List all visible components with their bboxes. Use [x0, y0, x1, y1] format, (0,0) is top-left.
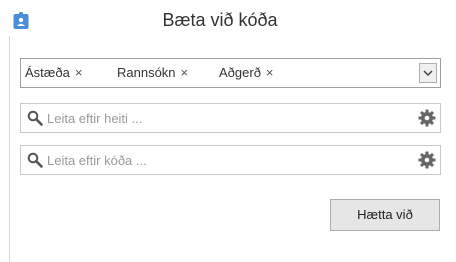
gear-icon[interactable]: [418, 151, 436, 174]
dialog-header: Bæta við kóða: [0, 0, 456, 42]
gear-icon[interactable]: [418, 109, 436, 132]
search-by-name-field: [20, 103, 441, 133]
tag-label: Rannsókn: [117, 65, 176, 80]
chevron-down-icon: [423, 70, 433, 77]
selected-codes-field[interactable]: Ástæða × Rannsókn × Aðgerð ×: [20, 58, 441, 88]
tag-label: Ástæða: [25, 65, 70, 80]
search-icon: [27, 110, 43, 131]
cancel-button[interactable]: Hætta við: [330, 199, 440, 231]
tag-astaeda: Ástæða ×: [25, 65, 82, 80]
remove-tag-icon[interactable]: ×: [181, 65, 189, 80]
dropdown-button[interactable]: [419, 63, 437, 83]
remove-tag-icon[interactable]: ×: [75, 65, 83, 80]
search-by-code-field: [20, 145, 441, 175]
search-by-code-input[interactable]: [47, 150, 397, 170]
search-by-name-input[interactable]: [47, 108, 397, 128]
search-icon: [27, 152, 43, 173]
remove-tag-icon[interactable]: ×: [266, 65, 274, 80]
tag-label: Aðgerð: [219, 65, 261, 80]
tag-adgerd: Aðgerð ×: [219, 65, 274, 80]
tag-rannsokn: Rannsókn ×: [117, 65, 188, 80]
dialog-title: Bæta við kóða: [162, 10, 278, 30]
panel-left-border: [9, 36, 10, 262]
